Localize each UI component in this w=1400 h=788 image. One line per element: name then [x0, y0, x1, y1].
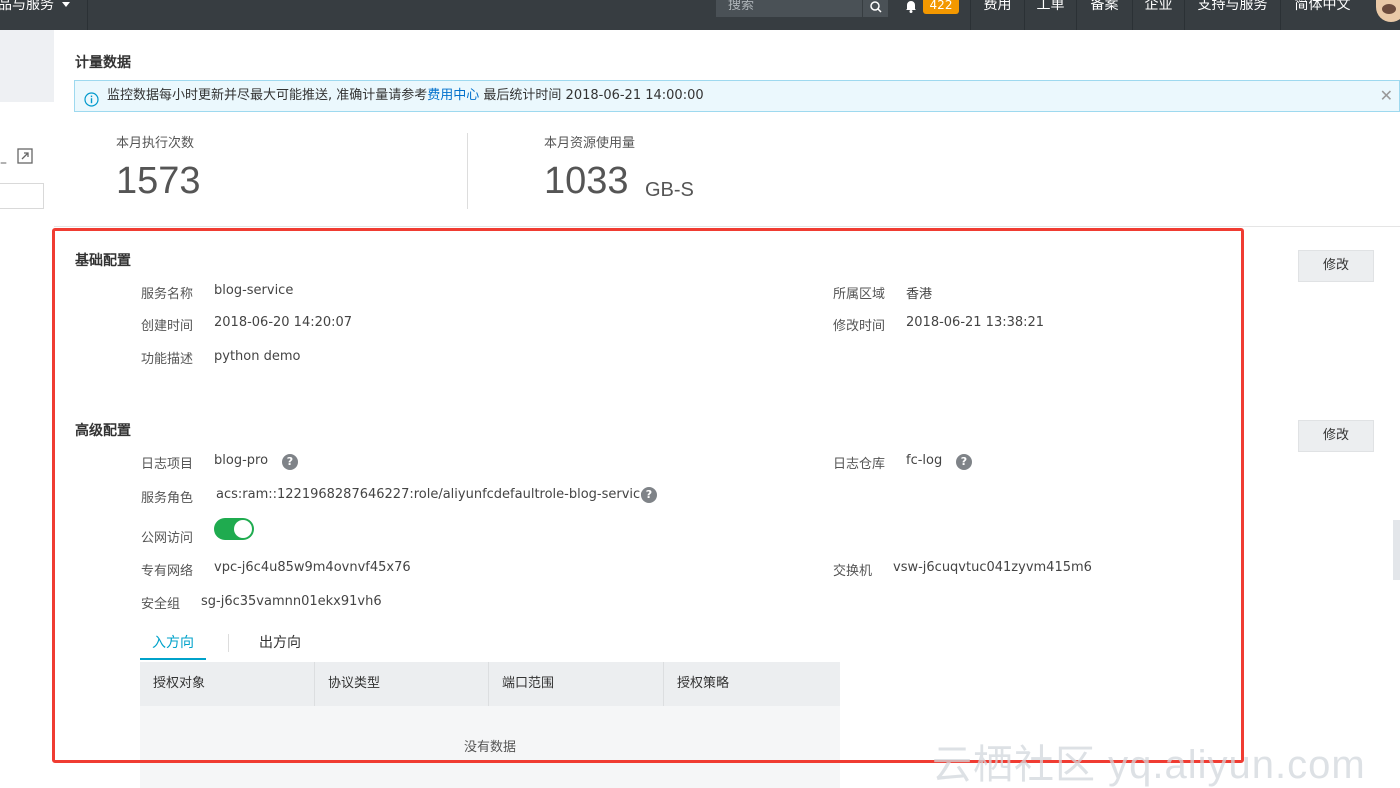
info-notice: 监控数据每小时更新并尽最大可能推送, 准确计量请参考费用中心 最后统计时间 20…: [74, 80, 1400, 112]
search-icon: [870, 1, 882, 13]
top-navbar: 品与服务 搜索 422 费用 工单 备案 企业 支持与服务 简体中文: [0, 0, 1400, 30]
bell-icon[interactable]: [904, 0, 918, 18]
watermark: 云栖社区 yq.aliyun.com: [932, 743, 1366, 787]
section-divider: [54, 226, 1400, 227]
caret-down-icon: [62, 2, 70, 7]
nav-language[interactable]: 简体中文: [1280, 0, 1364, 30]
avatar[interactable]: [1376, 0, 1400, 22]
exec-count-value: 1573: [116, 160, 201, 202]
nav-tickets[interactable]: 工单: [1024, 0, 1076, 30]
stat-divider: [467, 133, 468, 209]
nav-support[interactable]: 支持与服务: [1184, 0, 1280, 30]
products-menu[interactable]: 品与服务: [0, 0, 88, 30]
notification-badge: 422: [923, 0, 959, 14]
nav-icp[interactable]: 备案: [1076, 0, 1132, 30]
usage-unit: GB-S: [645, 179, 694, 201]
products-menu-label: 品与服务: [0, 0, 54, 13]
usage-label: 本月资源使用量: [544, 136, 636, 151]
nav-enterprise[interactable]: 企业: [1132, 0, 1184, 30]
info-icon: [84, 89, 99, 119]
metering-title: 计量数据: [75, 55, 131, 71]
usage-value: 1033: [544, 160, 629, 202]
exec-count-label: 本月执行次数: [116, 136, 195, 151]
scroll-handle[interactable]: [1393, 520, 1400, 580]
notice-time: 最后统计时间 2018-06-21 14:00:00: [483, 88, 704, 103]
notice-text: 监控数据每小时更新并尽最大可能推送, 准确计量请参考: [107, 88, 428, 103]
collapse-dash-icon[interactable]: –: [0, 155, 7, 171]
search-button[interactable]: [862, 0, 888, 17]
highlight-box: [52, 228, 1244, 763]
billing-center-link[interactable]: 费用中心: [427, 88, 479, 103]
sidebar-search-input[interactable]: [0, 183, 44, 209]
close-icon[interactable]: ✕: [1380, 81, 1393, 111]
expand-icon[interactable]: [17, 148, 33, 168]
nav-fees[interactable]: 费用: [970, 0, 1024, 30]
modify-advanced-button[interactable]: 修改: [1298, 420, 1374, 452]
search-input[interactable]: 搜索: [716, 0, 862, 17]
modify-basic-button[interactable]: 修改: [1298, 250, 1374, 282]
